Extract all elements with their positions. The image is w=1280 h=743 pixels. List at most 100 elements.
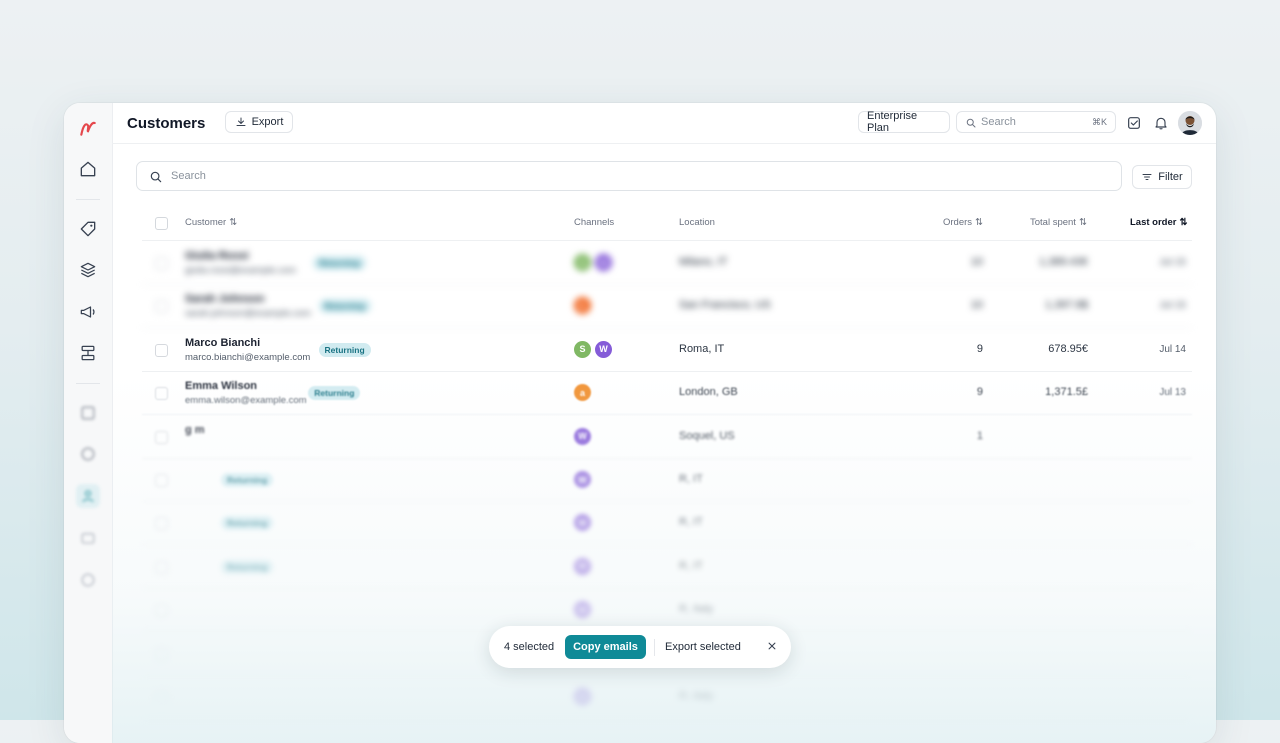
row-checkbox[interactable] <box>155 343 168 357</box>
tag-icon[interactable] <box>76 217 100 241</box>
woocommerce-channel-icon: W <box>574 557 591 575</box>
woocommerce-channel-icon: W <box>574 601 591 619</box>
customer-name: Emma Wilson <box>185 380 258 393</box>
customer-name: Sarah Johnson <box>185 293 265 306</box>
customer-email: giulia.rossi@example.com <box>185 265 297 276</box>
bell-icon[interactable] <box>1152 114 1170 132</box>
customer-location: R, Italy <box>679 690 714 702</box>
check-square-icon[interactable] <box>1125 114 1143 132</box>
sort-icon: ⇅ <box>975 217 984 228</box>
plan-button[interactable]: Enterprise Plan <box>858 110 950 134</box>
search-icon <box>966 118 976 128</box>
column-header-customer[interactable]: Customer ⇅ <box>185 217 237 228</box>
row-checkbox[interactable] <box>155 647 168 661</box>
returning-badge: Returning <box>313 256 366 270</box>
woocommerce-channel-icon: W <box>574 688 591 705</box>
filter-button[interactable]: Filter <box>1132 165 1192 189</box>
column-location-label: Location <box>679 217 715 228</box>
returning-badge: Returning <box>221 473 274 487</box>
woocommerce-channel-icon: W <box>574 471 591 488</box>
column-total-spent-label: Total spent <box>1030 217 1076 228</box>
customer-location: Milano, IT <box>679 256 728 268</box>
table-row[interactable]: Returning W R, IT <box>64 501 1216 546</box>
shopify-channel-icon: S <box>574 254 591 271</box>
table-row[interactable]: Returning W R, IT <box>64 545 1216 589</box>
customer-location: R, IT <box>679 473 703 485</box>
customer-total-spent: 1,397.8$ <box>1045 299 1088 312</box>
column-orders-label: Orders <box>943 217 973 228</box>
select-all-checkbox[interactable] <box>155 217 168 230</box>
avatar[interactable] <box>1178 111 1202 135</box>
row-checkbox[interactable] <box>155 300 168 314</box>
woocommerce-channel-icon: W <box>595 254 612 271</box>
customer-location: R, IT <box>679 559 703 572</box>
table-row[interactable]: Giulia Rossi giulia.rossi@example.com Retu… <box>64 241 1216 285</box>
customer-location: R, Italy <box>679 603 714 616</box>
etsy-channel-icon: E <box>574 297 591 315</box>
customer-location: Soquel, US <box>679 429 735 442</box>
row-checkbox[interactable] <box>155 387 168 401</box>
search-shortcut: ⌘K <box>1091 117 1107 127</box>
table-row[interactable]: g m W Soquel, US 1 <box>64 415 1216 459</box>
returning-badge: Returning <box>221 516 274 531</box>
row-checkbox[interactable] <box>155 560 168 574</box>
row-checkbox[interactable] <box>155 691 168 704</box>
customer-total-spent: 678.95€ <box>1048 342 1088 355</box>
customer-name: Marco Bianchi <box>185 336 261 349</box>
close-icon[interactable] <box>764 638 780 654</box>
export-button[interactable]: Export <box>225 111 293 133</box>
sidebar-divider <box>76 199 100 200</box>
row-checkbox[interactable] <box>155 517 168 531</box>
copy-emails-button[interactable]: Copy emails <box>565 635 646 659</box>
header-search-placeholder: Search <box>981 116 1016 128</box>
selected-count: 4 selected <box>504 641 555 653</box>
download-icon <box>236 117 246 126</box>
home-icon[interactable] <box>76 157 100 181</box>
shopify-channel-icon: S <box>574 340 591 358</box>
customer-name: g m <box>185 423 205 436</box>
table-row[interactable]: Returning W R, IT <box>64 458 1216 502</box>
customer-search-placeholder: Search <box>171 170 206 182</box>
customer-total-spent: 1,389.43€ <box>1039 256 1088 268</box>
header-search-input[interactable]: Search ⌘K <box>956 111 1116 133</box>
table-row[interactable]: W R, Italy <box>64 675 1216 719</box>
amazon-channel-icon: a <box>574 384 591 402</box>
column-header-total-spent[interactable]: Total spent ⇅ <box>1030 217 1087 228</box>
customer-orders: 10 <box>970 299 983 312</box>
export-selected-button[interactable]: Export selected <box>665 641 741 653</box>
returning-badge: Returning <box>308 386 361 401</box>
customer-location: Roma, IT <box>679 342 725 355</box>
column-header-last-order[interactable]: Last order ⇅ <box>1130 217 1187 228</box>
row-checkbox[interactable] <box>155 257 168 270</box>
table-row[interactable]: Emma Wilson emma.wilson@example.com Return… <box>64 371 1216 416</box>
row-checkbox[interactable] <box>155 474 168 487</box>
page-title: Customers <box>127 115 206 132</box>
customer-email: sarah.johnson@example.com <box>185 308 311 320</box>
row-checkbox[interactable] <box>155 604 168 618</box>
customer-total-spent: 1,371.5£ <box>1045 386 1088 399</box>
customer-location: San Francisco, US <box>679 299 771 312</box>
top-bar: Customers Export Enterprise Plan Search … <box>112 103 1216 144</box>
customer-last-order: Jul 15 <box>1159 257 1186 268</box>
customer-last-order: Jul 13 <box>1159 387 1186 399</box>
column-header-orders[interactable]: Orders ⇅ <box>943 217 983 228</box>
row-divider <box>142 718 1192 719</box>
customer-email: marco.bianchi@example.com <box>185 351 311 363</box>
table-row[interactable]: Sarah Johnson sarah.johnson@example.com Re… <box>64 284 1216 329</box>
woocommerce-channel-icon: W <box>595 340 612 358</box>
customer-orders: 9 <box>976 386 983 399</box>
customer-orders: 10 <box>970 256 983 268</box>
row-checkbox[interactable] <box>155 430 168 444</box>
selection-action-bar: 4 selected Copy emails Export selected <box>489 626 791 668</box>
brand-logo-icon[interactable] <box>76 116 100 140</box>
woocommerce-channel-icon: W <box>574 514 591 532</box>
sort-icon: ⇅ <box>1179 217 1188 228</box>
sort-icon: ⇅ <box>229 217 238 228</box>
table-row[interactable]: Marco Bianchi marco.bianchi@example.com Re… <box>64 328 1216 372</box>
action-divider <box>654 639 655 656</box>
customer-search-input[interactable]: Search <box>136 161 1122 191</box>
column-header-channels: Channels <box>574 217 614 228</box>
table-row[interactable]: W R, Italy <box>64 588 1216 633</box>
customer-orders: 1 <box>976 429 983 442</box>
returning-badge: Returning <box>318 299 371 314</box>
